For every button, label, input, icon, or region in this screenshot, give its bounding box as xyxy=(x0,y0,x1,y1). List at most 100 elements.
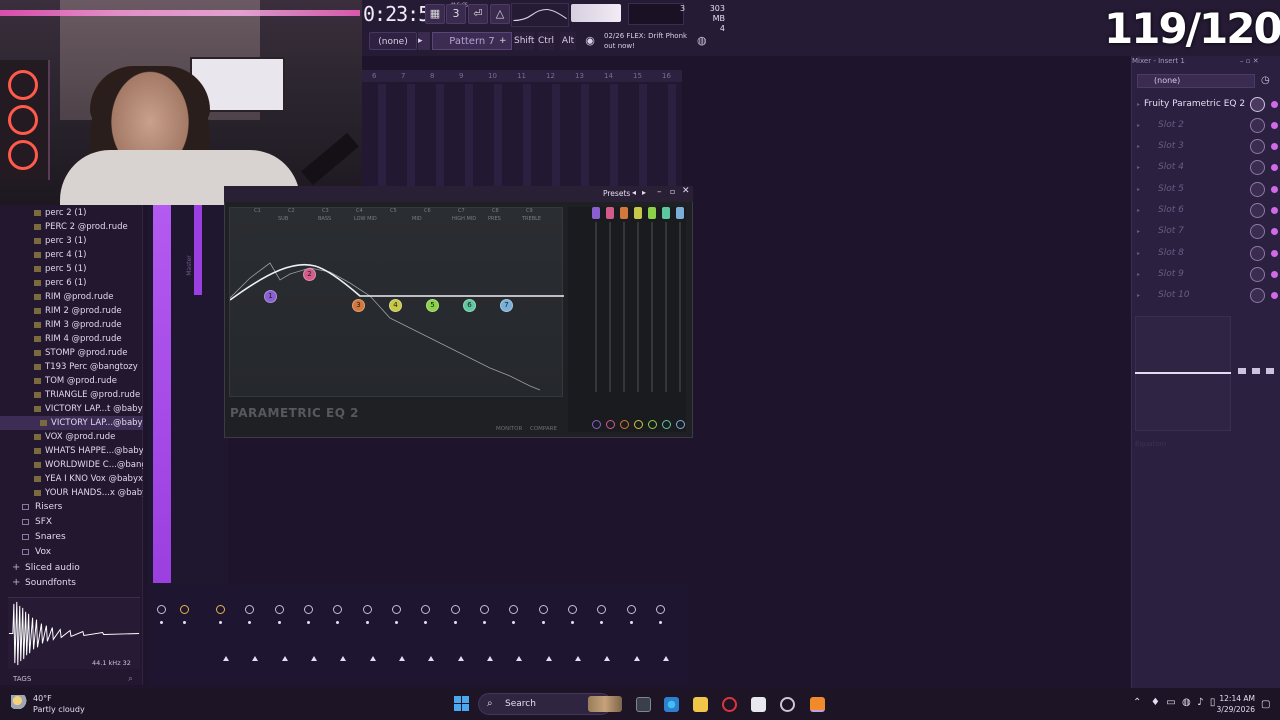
pan-knob[interactable] xyxy=(245,605,254,614)
browser-file[interactable]: YEA I KNO Vox @babyxprod xyxy=(0,472,143,486)
send-arrow-icon[interactable] xyxy=(663,656,669,661)
band-color-tab[interactable] xyxy=(606,207,614,219)
metronome-button[interactable]: △ xyxy=(490,4,510,24)
snap-select[interactable]: (none) xyxy=(369,32,417,50)
pan-knob[interactable] xyxy=(480,605,489,614)
window-controls-icon[interactable]: – ▫ ✕ xyxy=(1240,57,1259,65)
send-arrow-icon[interactable] xyxy=(516,656,522,661)
browser-file[interactable]: TOM @prod.rude xyxy=(0,374,143,388)
pan-knob[interactable] xyxy=(333,605,342,614)
route-dot[interactable] xyxy=(160,621,163,624)
pan-knob[interactable] xyxy=(363,605,372,614)
send-arrow-icon[interactable] xyxy=(575,656,581,661)
band-slider-track[interactable] xyxy=(595,222,597,392)
browser-folder-expandable[interactable]: + Soundfonts xyxy=(0,576,143,591)
band-color-tab[interactable] xyxy=(676,207,684,219)
search-icon[interactable]: ⌕ xyxy=(128,674,133,684)
browser-file[interactable]: WHATS HAPPE...@babyxprod xyxy=(0,444,143,458)
route-dot[interactable] xyxy=(336,621,339,624)
route-dot[interactable] xyxy=(571,621,574,624)
route-dot[interactable] xyxy=(454,621,457,624)
news-icon[interactable]: ◉ xyxy=(582,32,598,50)
effect-slot-7[interactable]: ▸ Slot 7 xyxy=(1134,221,1280,242)
eq-band-node-4[interactable]: 4 xyxy=(389,299,402,312)
search-highlight-image[interactable] xyxy=(588,696,622,712)
band-color-tab[interactable] xyxy=(620,207,628,219)
effect-slot-2[interactable]: ▸ Slot 2 xyxy=(1134,115,1280,136)
shift-key[interactable]: Shift xyxy=(514,32,534,50)
browser-folder-expandable[interactable]: + Sliced audio xyxy=(0,561,143,576)
news-ticker[interactable]: 02/26 FLEX: Drift Phonk out now! xyxy=(604,31,687,51)
route-dot[interactable] xyxy=(512,621,515,624)
pan-knob[interactable] xyxy=(656,605,665,614)
file-explorer-icon[interactable] xyxy=(693,697,708,712)
send-arrow-icon[interactable] xyxy=(223,656,229,661)
effect-slot-4[interactable]: ▸ Slot 4 xyxy=(1134,157,1280,178)
browser-file[interactable]: RIM 2 @prod.rude xyxy=(0,304,143,318)
effect-slot-5[interactable]: ▸ Slot 5 xyxy=(1134,179,1280,200)
pan-knob[interactable] xyxy=(451,605,460,614)
send-arrow-icon[interactable] xyxy=(487,656,493,661)
route-dot[interactable] xyxy=(542,621,545,624)
band-type-knob[interactable] xyxy=(676,420,685,429)
effect-slot-9[interactable]: ▸ Slot 9 xyxy=(1134,264,1280,285)
pan-knob[interactable] xyxy=(304,605,313,614)
route-dot[interactable] xyxy=(366,621,369,624)
insert-eq-faders[interactable] xyxy=(1234,316,1280,431)
task-view-icon[interactable] xyxy=(636,697,651,712)
browser-file[interactable]: perc 6 (1) xyxy=(0,276,143,290)
band-type-knob[interactable] xyxy=(620,420,629,429)
playlist[interactable]: 6 7 8 9 10 11 12 13 14 15 16 xyxy=(362,70,682,190)
route-dot[interactable] xyxy=(183,621,186,624)
browser-file-selected[interactable]: VICTORY LAP...@babyxprod xyxy=(0,416,143,430)
send-arrow-icon[interactable] xyxy=(604,656,610,661)
send-arrow-icon[interactable] xyxy=(370,656,376,661)
wait-button[interactable]: ⏎ xyxy=(468,4,488,24)
band-slider-track[interactable] xyxy=(623,222,625,392)
send-arrow-icon[interactable] xyxy=(252,656,258,661)
maximize-icon[interactable]: ▫ xyxy=(670,187,675,196)
minimize-icon[interactable]: – xyxy=(657,187,662,197)
browser-file[interactable]: VOX @prod.rude xyxy=(0,430,143,444)
pan-knob[interactable] xyxy=(597,605,606,614)
notification-icon[interactable]: ▢ xyxy=(1261,699,1270,710)
route-dot[interactable] xyxy=(395,621,398,624)
band-slider-track[interactable] xyxy=(637,222,639,392)
pan-knob[interactable] xyxy=(157,605,166,614)
send-arrow-icon[interactable] xyxy=(282,656,288,661)
pan-knob[interactable] xyxy=(421,605,430,614)
browser-file[interactable]: perc 3 (1) xyxy=(0,234,143,248)
effect-slot-1[interactable]: ▸ Fruity Parametric EQ 2 xyxy=(1134,94,1280,115)
alt-key[interactable]: Alt xyxy=(560,32,576,50)
band-color-tab[interactable] xyxy=(592,207,600,219)
pattern-play-icon[interactable]: ▸ xyxy=(418,32,430,50)
clock-time[interactable]: 12:14 AM xyxy=(1215,694,1255,703)
band-type-knob[interactable] xyxy=(634,420,643,429)
route-dot[interactable] xyxy=(659,621,662,624)
weather-icon[interactable] xyxy=(11,695,27,709)
send-arrow-icon[interactable] xyxy=(428,656,434,661)
eq-band-node-2[interactable]: 2 xyxy=(303,268,316,281)
browser-file[interactable]: YOUR HANDS...x @babyxprod xyxy=(0,486,143,500)
browser-file[interactable]: perc 2 (1) xyxy=(0,206,143,220)
route-dot[interactable] xyxy=(424,621,427,624)
route-dot[interactable] xyxy=(307,621,310,624)
send-arrow-icon[interactable] xyxy=(634,656,640,661)
browser-file[interactable]: VICTORY LAP...t @babyxprod xyxy=(0,402,143,416)
pan-knob[interactable] xyxy=(568,605,577,614)
band-slider-track[interactable] xyxy=(651,222,653,392)
insert-preset-select[interactable]: (none) xyxy=(1137,74,1255,88)
browser-folder[interactable]: Snares xyxy=(0,530,143,545)
add-pattern-icon[interactable]: + xyxy=(499,32,509,50)
route-dot[interactable] xyxy=(483,621,486,624)
band-color-tab[interactable] xyxy=(634,207,642,219)
monitor-button[interactable]: MONITOR xyxy=(496,426,522,432)
band-slider-track[interactable] xyxy=(609,222,611,392)
opera-browser-icon[interactable] xyxy=(722,697,737,712)
edge-browser-icon[interactable] xyxy=(664,697,679,712)
band-type-knob[interactable] xyxy=(662,420,671,429)
playlist-ruler[interactable]: 6 7 8 9 10 11 12 13 14 15 16 xyxy=(362,70,682,82)
eq-band-node-6[interactable]: 6 xyxy=(463,299,476,312)
route-dot[interactable] xyxy=(219,621,222,624)
band-type-knob[interactable] xyxy=(592,420,601,429)
